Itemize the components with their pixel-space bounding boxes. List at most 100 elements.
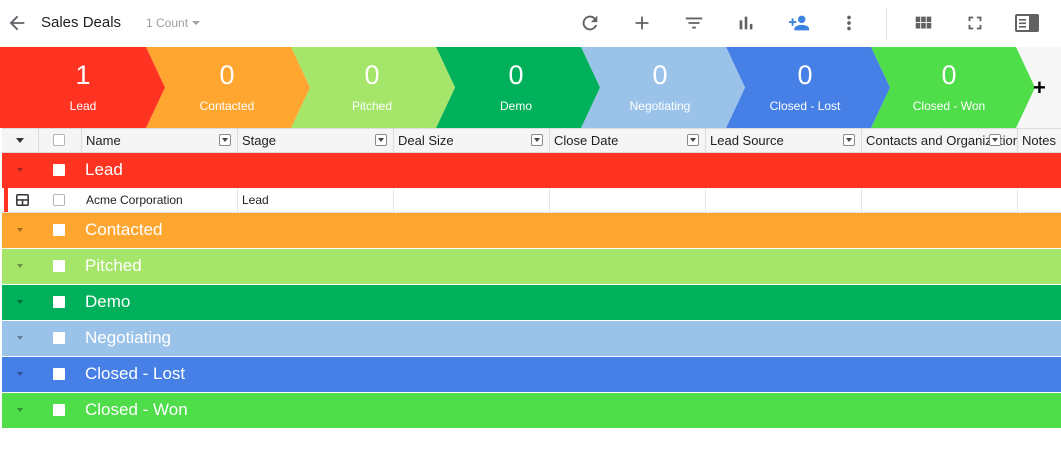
stage-label: Closed - Won [912,99,986,113]
stage-label: Negotiating [629,99,691,113]
grid-view-button[interactable] [912,12,934,34]
group-row-demo[interactable]: Demo [2,285,1061,320]
chart-button[interactable] [735,12,757,34]
caret-down-icon [192,21,201,25]
column-label: Close Date [554,133,619,148]
expand-icon[interactable] [17,264,23,268]
group-checkbox[interactable] [53,404,65,416]
plus-icon [635,16,649,30]
cell-stage[interactable]: Lead [238,188,394,212]
select-all-cell [39,129,82,152]
column-menu-icon[interactable] [843,134,855,146]
group-row-negotiating[interactable]: Negotiating [2,321,1061,356]
column-menu-icon[interactable] [989,134,1001,146]
cell-lead-source[interactable] [706,188,862,212]
fullscreen-icon [968,16,982,30]
column-menu-icon[interactable] [531,134,543,146]
column-header-close-date[interactable]: Close Date [550,129,706,152]
cell-name[interactable]: Acme Corporation [82,188,238,212]
group-checkbox[interactable] [53,164,65,176]
stage-closed-lost[interactable]: 0 Closed - Lost [745,47,865,128]
column-label: Name [86,133,121,148]
stage-label: Closed - Lost [769,99,841,113]
group-checkbox[interactable] [53,224,65,236]
group-name: Pitched [85,256,142,275]
stage-closed-won[interactable]: 0 Closed - Won [889,47,1009,128]
column-menu-icon[interactable] [375,134,387,146]
filter-button[interactable] [683,12,705,34]
group-name: Negotiating [85,328,172,347]
column-header-deal-size[interactable]: Deal Size [394,129,550,152]
stage-count: 1 [75,60,91,90]
add-user-button[interactable] [786,12,812,34]
stage-label: Lead [69,99,97,113]
refresh-button[interactable] [579,12,601,34]
group-name: Demo [85,292,131,311]
expand-all-cell[interactable] [2,129,39,152]
column-label: Stage [242,133,276,148]
stage-demo[interactable]: 0 Demo [456,47,576,128]
group-name: Lead [85,160,123,179]
group-row-contacted[interactable]: Contacted [2,213,1061,248]
column-header-lead-source[interactable]: Lead Source [706,129,862,152]
group-checkbox[interactable] [53,296,65,308]
group-name: Closed - Won [85,400,188,419]
group-checkbox[interactable] [53,368,65,380]
column-menu-icon[interactable] [219,134,231,146]
column-header-contacts[interactable]: Contacts and Organizations [862,129,1018,152]
cell-contacts[interactable] [862,188,1018,212]
column-label: Lead Source [710,133,784,148]
row-checkbox[interactable] [53,194,65,206]
cell-deal-size[interactable] [394,188,550,212]
expand-icon[interactable] [17,300,23,304]
page-title: Sales Deals [41,14,122,31]
group-row-closed-won[interactable]: Closed - Won [2,393,1061,428]
table-row[interactable]: Acme Corporation Lead [2,188,1061,213]
cell-notes[interactable] [1018,188,1061,212]
side-panel-icon [1015,14,1039,32]
stage-label: Demo [499,99,532,113]
group-row-lead[interactable]: Lead [2,153,1061,188]
column-header-stage[interactable]: Stage [238,129,394,152]
stage-contacted[interactable]: 0 Contacted [167,47,287,128]
stage-count: 0 [941,60,957,90]
column-menu-icon[interactable] [687,134,699,146]
count-dropdown[interactable]: 1 Count [146,16,201,30]
cell-close-date[interactable] [550,188,706,212]
column-header-notes[interactable]: Notes [1018,129,1061,152]
group-checkbox[interactable] [53,332,65,344]
add-stage-button[interactable]: + [1033,77,1057,99]
group-name: Closed - Lost [85,364,186,383]
group-checkbox[interactable] [53,260,65,272]
expand-record-icon[interactable] [16,194,29,206]
stage-pitched[interactable]: 0 Pitched [312,47,432,128]
stage-negotiating[interactable]: 0 Negotiating [600,47,720,128]
add-button[interactable] [631,12,653,34]
app-header: Sales Deals 1 Count [0,0,1061,47]
expand-icon[interactable] [17,408,23,412]
row-stage-marker [4,188,8,212]
stage-lead[interactable]: 1 Lead [23,47,143,128]
side-panel-button[interactable] [1014,12,1040,34]
pipeline-bar: 1 Lead 0 Contacted 0 Pitched 0 Demo 0 Ne… [0,47,1061,128]
stage-count: 0 [364,60,380,90]
column-header-name[interactable]: Name [82,129,238,152]
fullscreen-button[interactable] [964,12,986,34]
add-user-icon [788,15,810,31]
select-all-checkbox[interactable] [53,134,65,146]
filter-icon [685,17,703,29]
group-name: Contacted [85,220,163,239]
arrow-left-icon [9,15,25,31]
back-button[interactable] [6,12,28,34]
more-button[interactable] [838,12,860,34]
stage-count: 0 [797,60,813,90]
stage-count: 0 [508,60,524,90]
expand-icon[interactable] [17,336,23,340]
expand-icon[interactable] [17,228,23,232]
stage-count: 0 [219,60,235,90]
stage-label: Contacted [199,99,255,113]
group-row-pitched[interactable]: Pitched [2,249,1061,284]
expand-icon[interactable] [17,168,23,172]
group-row-closed-lost[interactable]: Closed - Lost [2,357,1061,392]
expand-icon[interactable] [17,372,23,376]
